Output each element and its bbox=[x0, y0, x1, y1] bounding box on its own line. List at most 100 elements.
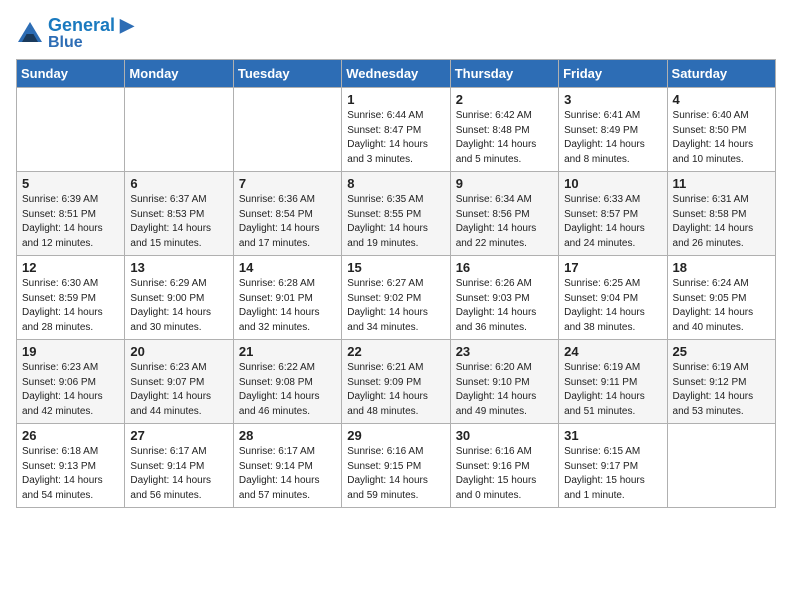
logo-general: General bbox=[48, 15, 115, 35]
day-number: 23 bbox=[456, 344, 553, 359]
day-number: 7 bbox=[239, 176, 336, 191]
weekday-header-saturday: Saturday bbox=[667, 60, 775, 88]
day-number: 28 bbox=[239, 428, 336, 443]
week-row-1: 1 Sunrise: 6:44 AMSunset: 8:47 PMDaylight… bbox=[17, 88, 776, 172]
calendar-cell: 22 Sunrise: 6:21 AMSunset: 9:09 PMDayligh… bbox=[342, 340, 450, 424]
cell-info: Sunrise: 6:19 AMSunset: 9:12 PMDaylight:… bbox=[673, 361, 770, 419]
calendar-cell: 30Sunrise: 6:16 AMSunset: 9:16 PMDayligh… bbox=[450, 424, 558, 508]
calendar-cell: 6 Sunrise: 6:37 AMSunset: 8:53 PMDaylight… bbox=[125, 172, 233, 256]
day-number: 2 bbox=[456, 92, 553, 107]
logo-blue-word: Blue bbox=[48, 34, 134, 52]
calendar-cell: 7 Sunrise: 6:36 AMSunset: 8:54 PMDaylight… bbox=[233, 172, 341, 256]
calendar-cell: 2 Sunrise: 6:42 AMSunset: 8:48 PMDaylight… bbox=[450, 88, 558, 172]
cell-info: Sunrise: 6:29 AMSunset: 9:00 PMDaylight:… bbox=[130, 277, 227, 335]
cell-info: Sunrise: 6:40 AMSunset: 8:50 PMDaylight:… bbox=[673, 109, 770, 167]
cell-info: Sunrise: 6:26 AMSunset: 9:03 PMDaylight:… bbox=[456, 277, 553, 335]
cell-info: Sunrise: 6:17 AMSunset: 9:14 PMDaylight:… bbox=[239, 445, 336, 503]
calendar-cell bbox=[125, 88, 233, 172]
calendar-cell: 13 Sunrise: 6:29 AMSunset: 9:00 PMDayligh… bbox=[125, 256, 233, 340]
day-number: 13 bbox=[130, 260, 227, 275]
calendar-cell: 4Sunrise: 6:40 AMSunset: 8:50 PMDaylight… bbox=[667, 88, 775, 172]
header: General ▶ Blue bbox=[16, 16, 776, 51]
day-number: 1 bbox=[347, 92, 444, 107]
cell-info: Sunrise: 6:20 AMSunset: 9:10 PMDaylight:… bbox=[456, 361, 553, 419]
cell-info: Sunrise: 6:42 AMSunset: 8:48 PMDaylight:… bbox=[456, 109, 553, 167]
cell-info: Sunrise: 6:19 AMSunset: 9:11 PMDaylight:… bbox=[564, 361, 661, 419]
cell-info: Sunrise: 6:44 AMSunset: 8:47 PMDaylight:… bbox=[347, 109, 444, 167]
page: General ▶ Blue SundayMondayTuesdayWednes… bbox=[0, 0, 792, 524]
day-number: 12 bbox=[22, 260, 119, 275]
cell-info: Sunrise: 6:21 AMSunset: 9:09 PMDaylight:… bbox=[347, 361, 444, 419]
day-number: 16 bbox=[456, 260, 553, 275]
calendar-cell: 20Sunrise: 6:23 AMSunset: 9:07 PMDayligh… bbox=[125, 340, 233, 424]
logo-blue: ▶ bbox=[115, 15, 134, 35]
calendar-cell: 19 Sunrise: 6:23 AMSunset: 9:06 PMDayligh… bbox=[17, 340, 125, 424]
day-number: 19 bbox=[22, 344, 119, 359]
calendar-cell: 26 Sunrise: 6:18 AMSunset: 9:13 PMDayligh… bbox=[17, 424, 125, 508]
logo-text: General ▶ Blue bbox=[48, 16, 134, 51]
day-number: 5 bbox=[22, 176, 119, 191]
calendar-cell: 31 Sunrise: 6:15 AMSunset: 9:17 PMDayligh… bbox=[559, 424, 667, 508]
calendar-cell: 10 Sunrise: 6:33 AMSunset: 8:57 PMDayligh… bbox=[559, 172, 667, 256]
cell-info: Sunrise: 6:28 AMSunset: 9:01 PMDaylight:… bbox=[239, 277, 336, 335]
day-number: 6 bbox=[130, 176, 227, 191]
calendar-cell: 21 Sunrise: 6:22 AMSunset: 9:08 PMDayligh… bbox=[233, 340, 341, 424]
day-number: 9 bbox=[456, 176, 553, 191]
calendar-cell: 8 Sunrise: 6:35 AMSunset: 8:55 PMDaylight… bbox=[342, 172, 450, 256]
calendar-cell: 17Sunrise: 6:25 AMSunset: 9:04 PMDayligh… bbox=[559, 256, 667, 340]
calendar-cell: 23 Sunrise: 6:20 AMSunset: 9:10 PMDayligh… bbox=[450, 340, 558, 424]
day-number: 3 bbox=[564, 92, 661, 107]
weekday-header-tuesday: Tuesday bbox=[233, 60, 341, 88]
cell-info: Sunrise: 6:22 AMSunset: 9:08 PMDaylight:… bbox=[239, 361, 336, 419]
calendar-cell bbox=[17, 88, 125, 172]
calendar-cell: 5 Sunrise: 6:39 AMSunset: 8:51 PMDaylight… bbox=[17, 172, 125, 256]
cell-info: Sunrise: 6:30 AMSunset: 8:59 PMDaylight:… bbox=[22, 277, 119, 335]
cell-info: Sunrise: 6:36 AMSunset: 8:54 PMDaylight:… bbox=[239, 193, 336, 251]
week-row-2: 5 Sunrise: 6:39 AMSunset: 8:51 PMDaylight… bbox=[17, 172, 776, 256]
calendar-cell bbox=[667, 424, 775, 508]
cell-info: Sunrise: 6:41 AMSunset: 8:49 PMDaylight:… bbox=[564, 109, 661, 167]
day-number: 25 bbox=[673, 344, 770, 359]
cell-info: Sunrise: 6:37 AMSunset: 8:53 PMDaylight:… bbox=[130, 193, 227, 251]
cell-info: Sunrise: 6:16 AMSunset: 9:15 PMDaylight:… bbox=[347, 445, 444, 503]
week-row-4: 19 Sunrise: 6:23 AMSunset: 9:06 PMDayligh… bbox=[17, 340, 776, 424]
day-number: 24 bbox=[564, 344, 661, 359]
cell-info: Sunrise: 6:31 AMSunset: 8:58 PMDaylight:… bbox=[673, 193, 770, 251]
day-number: 30 bbox=[456, 428, 553, 443]
cell-info: Sunrise: 6:23 AMSunset: 9:07 PMDaylight:… bbox=[130, 361, 227, 419]
cell-info: Sunrise: 6:15 AMSunset: 9:17 PMDaylight:… bbox=[564, 445, 661, 503]
calendar-cell: 14Sunrise: 6:28 AMSunset: 9:01 PMDayligh… bbox=[233, 256, 341, 340]
weekday-header-row: SundayMondayTuesdayWednesdayThursdayFrid… bbox=[17, 60, 776, 88]
day-number: 31 bbox=[564, 428, 661, 443]
cell-info: Sunrise: 6:35 AMSunset: 8:55 PMDaylight:… bbox=[347, 193, 444, 251]
day-number: 15 bbox=[347, 260, 444, 275]
calendar: SundayMondayTuesdayWednesdayThursdayFrid… bbox=[16, 59, 776, 508]
day-number: 10 bbox=[564, 176, 661, 191]
cell-info: Sunrise: 6:33 AMSunset: 8:57 PMDaylight:… bbox=[564, 193, 661, 251]
weekday-header-monday: Monday bbox=[125, 60, 233, 88]
calendar-cell bbox=[233, 88, 341, 172]
day-number: 26 bbox=[22, 428, 119, 443]
calendar-cell: 12 Sunrise: 6:30 AMSunset: 8:59 PMDayligh… bbox=[17, 256, 125, 340]
calendar-cell: 16 Sunrise: 6:26 AMSunset: 9:03 PMDayligh… bbox=[450, 256, 558, 340]
cell-info: Sunrise: 6:18 AMSunset: 9:13 PMDaylight:… bbox=[22, 445, 119, 503]
day-number: 8 bbox=[347, 176, 444, 191]
day-number: 22 bbox=[347, 344, 444, 359]
week-row-5: 26 Sunrise: 6:18 AMSunset: 9:13 PMDayligh… bbox=[17, 424, 776, 508]
day-number: 21 bbox=[239, 344, 336, 359]
cell-info: Sunrise: 6:17 AMSunset: 9:14 PMDaylight:… bbox=[130, 445, 227, 503]
week-row-3: 12 Sunrise: 6:30 AMSunset: 8:59 PMDayligh… bbox=[17, 256, 776, 340]
cell-info: Sunrise: 6:39 AMSunset: 8:51 PMDaylight:… bbox=[22, 193, 119, 251]
day-number: 11 bbox=[673, 176, 770, 191]
logo-icon bbox=[16, 20, 44, 48]
calendar-cell: 9Sunrise: 6:34 AMSunset: 8:56 PMDaylight… bbox=[450, 172, 558, 256]
calendar-cell: 28 Sunrise: 6:17 AMSunset: 9:14 PMDayligh… bbox=[233, 424, 341, 508]
cell-info: Sunrise: 6:25 AMSunset: 9:04 PMDaylight:… bbox=[564, 277, 661, 335]
calendar-cell: 27Sunrise: 6:17 AMSunset: 9:14 PMDayligh… bbox=[125, 424, 233, 508]
calendar-cell: 11 Sunrise: 6:31 AMSunset: 8:58 PMDayligh… bbox=[667, 172, 775, 256]
day-number: 29 bbox=[347, 428, 444, 443]
calendar-cell: 1 Sunrise: 6:44 AMSunset: 8:47 PMDaylight… bbox=[342, 88, 450, 172]
weekday-header-friday: Friday bbox=[559, 60, 667, 88]
cell-info: Sunrise: 6:23 AMSunset: 9:06 PMDaylight:… bbox=[22, 361, 119, 419]
calendar-cell: 18Sunrise: 6:24 AMSunset: 9:05 PMDayligh… bbox=[667, 256, 775, 340]
